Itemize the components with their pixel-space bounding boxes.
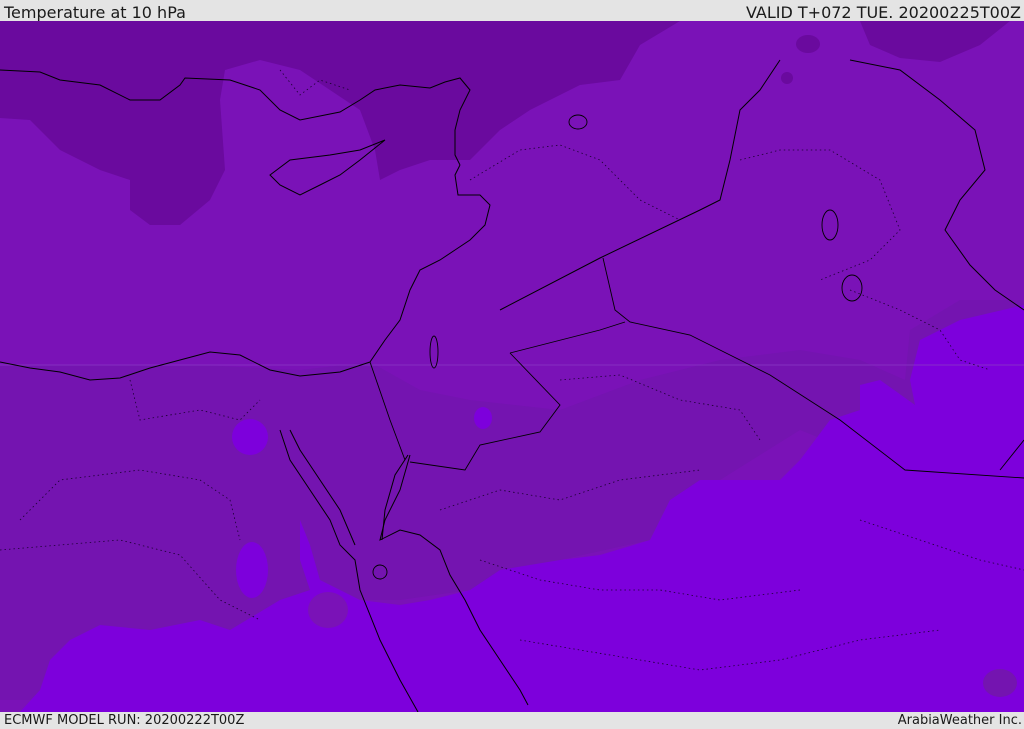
shade-bright-jordan-spot (474, 407, 492, 429)
footer-bar: ECMWF MODEL RUN: 20200222T00Z ArabiaWeat… (0, 712, 1024, 729)
shade-bright-sinai-spot (232, 419, 268, 455)
valid-time-label: VALID T+072 TUE. 20200225T00Z (745, 3, 1021, 22)
map-title: Temperature at 10 hPa (4, 3, 186, 22)
credit-label: ArabiaWeather Inc. (897, 713, 1022, 728)
temperature-map[interactable] (0, 21, 1024, 712)
map-canvas (0, 21, 1024, 712)
shade-dark-spot-small (781, 72, 793, 84)
model-run-label: ECMWF MODEL RUN: 20200222T00Z (4, 713, 245, 728)
shade-bright-libya-spot (308, 592, 348, 628)
header-bar: Temperature at 10 hPa VALID T+072 TUE. 2… (0, 0, 1024, 22)
shade-bright-egypt (236, 542, 268, 598)
shade-dark-spot (796, 35, 820, 53)
shade-dark-yemen-spot (983, 669, 1017, 697)
